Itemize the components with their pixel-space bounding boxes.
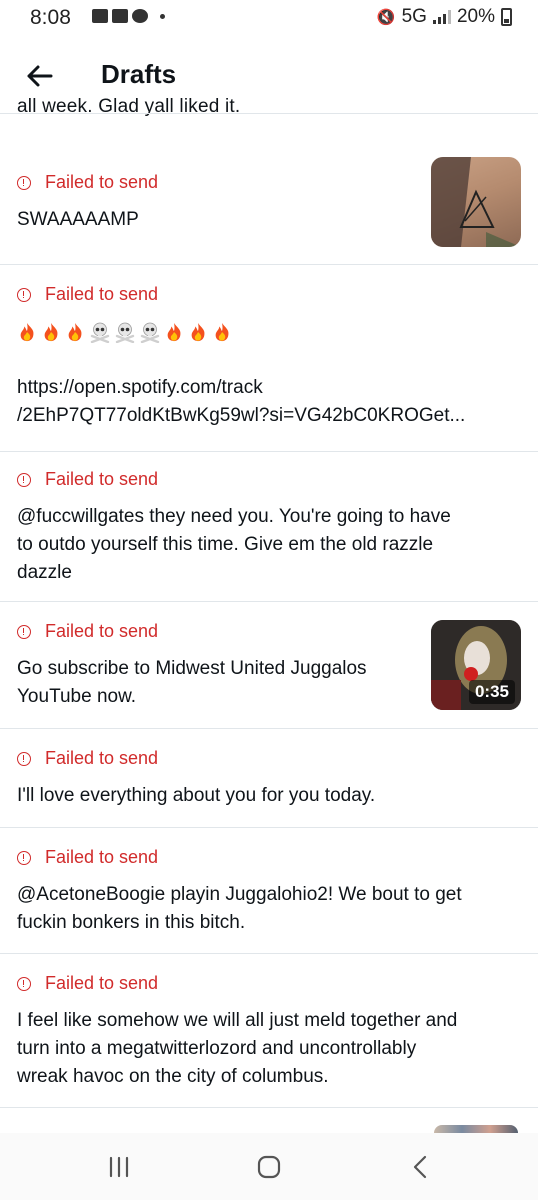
failed-status: Failed to send: [17, 748, 158, 769]
failed-status-label: Failed to send: [45, 621, 159, 641]
home-button[interactable]: [247, 1151, 291, 1183]
system-navigation-bar: [0, 1133, 538, 1200]
fire-emoji-icon: [215, 322, 229, 342]
draft-text-line: @fuccwillgates they need you. You're goi…: [17, 506, 451, 527]
error-icon: [17, 624, 31, 639]
signal-icon: [432, 10, 451, 24]
fire-emoji-icon: [68, 322, 82, 342]
draft-text-line: fuckin bonkers in this bitch.: [17, 912, 246, 933]
draft-link-line-2[interactable]: /2EhP7QT77oldKtBwKg59wl?si=VG42bC0KROGet…: [17, 402, 522, 430]
failed-status-label: Failed to send: [45, 847, 159, 867]
draft-text-line: Go subscribe to Midwest United Juggalos: [17, 658, 367, 679]
draft-text-line: YouTube now.: [17, 686, 137, 707]
draft-text-line: I feel like somehow we will all just mel…: [17, 1010, 458, 1031]
emoji-row: [17, 318, 517, 346]
battery-percent: 20%: [456, 6, 495, 27]
error-icon: [17, 472, 31, 487]
draft-item[interactable]: Failed to send SWAAAAAMP: [0, 114, 538, 264]
failed-status: Failed to send: [17, 284, 158, 305]
next-draft-thumbnail-partial[interactable]: [434, 1125, 518, 1133]
home-icon: [257, 1155, 281, 1179]
draft-item[interactable]: Failed to send Go subscribe to Midwest U…: [0, 601, 538, 728]
fire-emoji-icon: [20, 322, 34, 342]
error-icon: [17, 287, 31, 302]
failed-status-label: Failed to send: [45, 469, 159, 489]
draft-item[interactable]: Failed to send https://open.spotify.com/…: [0, 264, 538, 451]
draft-text-line: turn into a megatwitterlozord and uncont…: [17, 1038, 417, 1059]
drafts-list[interactable]: all week. Glad yall liked it. Failed to …: [0, 90, 538, 1133]
failed-status: Failed to send: [17, 172, 158, 193]
fire-emoji-icon: [167, 322, 181, 342]
error-icon: [17, 175, 31, 190]
more-notifications-dot: [160, 13, 165, 19]
notification-icons: [92, 9, 165, 23]
recents-icon: [109, 1156, 129, 1178]
draft-text-line: @AcetoneBoogie playin Juggalohio2! We bo…: [17, 884, 462, 905]
network-type: 5G: [401, 6, 427, 27]
skull-crossbones-emoji-icon: [115, 322, 135, 343]
status-time: 8:08: [30, 6, 71, 29]
page-title: Drafts: [101, 59, 177, 89]
mail-icon: [92, 9, 108, 23]
failed-status-label: Failed to send: [45, 973, 159, 993]
youtube-icon: [112, 9, 128, 23]
skull-crossbones-emoji-icon: [90, 322, 110, 343]
error-icon: [17, 976, 31, 991]
draft-text-line: to outdo yourself this time. Give em the…: [17, 534, 434, 555]
draft-item[interactable]: Failed to send I'll love everything abou…: [0, 728, 538, 827]
draft-link-line-1[interactable]: https://open.spotify.com/track: [17, 374, 522, 402]
draft-item[interactable]: Failed to send I feel like somehow we wi…: [0, 953, 538, 1108]
draft-video-thumbnail[interactable]: 0:35: [431, 620, 521, 710]
system-back-button[interactable]: [397, 1151, 441, 1183]
draft-text-line: wreak havoc on the city of columbus.: [17, 1066, 329, 1087]
skull-crossbones-emoji-icon: [140, 322, 160, 343]
fire-emoji-icon: [191, 322, 205, 342]
failed-status-label: Failed to send: [45, 284, 159, 304]
failed-status: Failed to send: [17, 621, 158, 642]
error-icon: [17, 850, 31, 865]
draft-item[interactable]: Failed to send @fuccwillgates they need …: [0, 451, 538, 601]
draft-text-line: I'll love everything about you for you t…: [17, 785, 376, 806]
draft-item[interactable]: Failed to send @AcetoneBoogie playin Jug…: [0, 827, 538, 953]
mute-icon: 🔇: [376, 9, 396, 26]
system-icons: 🔇 5G 20%: [377, 6, 512, 28]
failed-status: Failed to send: [17, 847, 158, 868]
hand-tattoo-image: [431, 157, 521, 247]
divider: [0, 1107, 538, 1108]
recents-button[interactable]: [97, 1151, 141, 1183]
battery-icon: [501, 8, 512, 26]
failed-status: Failed to send: [17, 469, 158, 490]
status-bar: 8:08 🔇 5G 20%: [0, 0, 538, 36]
failed-status-label: Failed to send: [45, 172, 159, 192]
failed-status: Failed to send: [17, 973, 158, 994]
messenger-icon: [132, 9, 148, 23]
error-icon: [17, 751, 31, 766]
draft-image-thumbnail[interactable]: [431, 157, 521, 247]
fire-emoji-icon: [44, 322, 58, 342]
draft-text-line: dazzle: [17, 562, 72, 583]
video-duration: 0:35: [468, 680, 515, 704]
failed-status-label: Failed to send: [45, 748, 159, 768]
back-icon: [413, 1155, 427, 1179]
